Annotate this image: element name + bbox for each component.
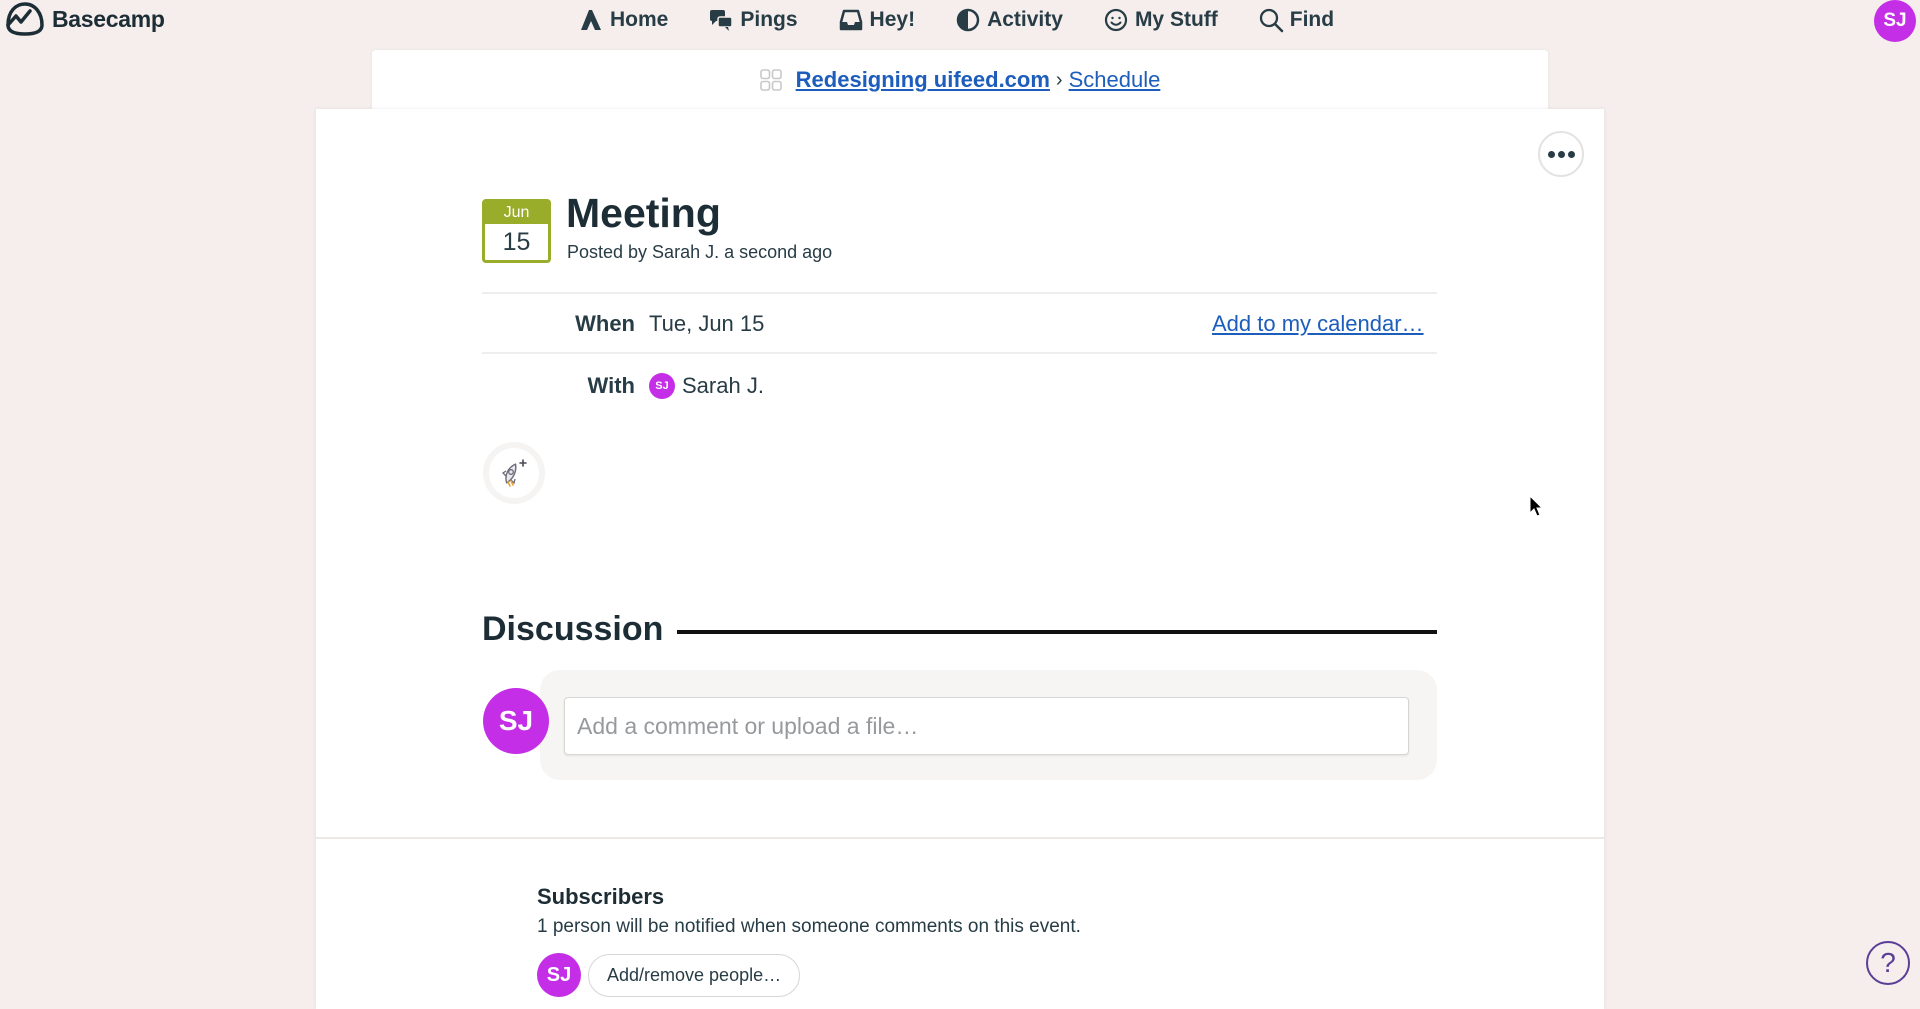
my-stuff-icon bbox=[1104, 8, 1128, 32]
search-icon bbox=[1259, 8, 1284, 33]
breadcrumb-schedule-link[interactable]: Schedule bbox=[1069, 67, 1161, 93]
nav-hey[interactable]: Hey! bbox=[838, 7, 916, 33]
nav-home[interactable]: Home bbox=[578, 7, 668, 33]
participant-avatar: SJ bbox=[649, 373, 675, 399]
calendar-date-badge: Jun 15 bbox=[482, 199, 551, 263]
mouse-cursor-icon bbox=[1529, 495, 1544, 517]
nav-find[interactable]: Find bbox=[1258, 7, 1334, 33]
with-label: With bbox=[587, 373, 635, 398]
subscriber-avatar: SJ bbox=[537, 953, 581, 997]
add-remove-people-button[interactable]: Add/remove people… bbox=[588, 954, 801, 997]
event-title: Meeting bbox=[566, 190, 721, 236]
divider bbox=[482, 292, 1437, 294]
nav-pings[interactable]: Pings bbox=[708, 7, 798, 33]
app-name: Basecamp bbox=[52, 5, 165, 32]
rocket-boost-icon bbox=[501, 459, 527, 487]
discussion-divider bbox=[677, 630, 1437, 634]
activity-icon bbox=[956, 8, 980, 32]
participant-name: Sarah J. bbox=[682, 373, 764, 398]
discussion-heading: Discussion bbox=[482, 610, 664, 648]
calendar-month: Jun bbox=[485, 202, 548, 224]
basecamp-logo-icon bbox=[6, 2, 44, 36]
top-navigation-bar: Basecamp Home Pings Hey! Activity My Stu… bbox=[0, 0, 1920, 42]
nav-pings-label: Pings bbox=[740, 8, 798, 31]
project-grid-icon bbox=[759, 69, 782, 91]
breadcrumb: Redesigning uifeed.com › Schedule bbox=[372, 50, 1548, 110]
add-to-calendar-link[interactable]: Add to my calendar… bbox=[1212, 311, 1424, 337]
user-avatar[interactable]: SJ bbox=[1874, 0, 1916, 42]
nav-hey-label: Hey! bbox=[869, 8, 916, 31]
more-options-button[interactable] bbox=[1538, 131, 1584, 177]
when-label: When bbox=[575, 311, 635, 336]
divider bbox=[482, 352, 1437, 354]
help-button[interactable]: ? bbox=[1866, 941, 1910, 985]
pings-icon bbox=[710, 10, 734, 31]
main-nav: Home Pings Hey! Activity My Stuff Find bbox=[578, 0, 1334, 40]
nav-find-label: Find bbox=[1289, 8, 1335, 31]
breadcrumb-project-link[interactable]: Redesigning uifeed.com bbox=[796, 67, 1050, 93]
divider bbox=[316, 837, 1604, 839]
home-icon bbox=[581, 10, 601, 30]
when-value: Tue, Jun 15 bbox=[649, 311, 765, 336]
breadcrumb-separator: › bbox=[1055, 68, 1063, 91]
more-dot-icon bbox=[1547, 150, 1555, 158]
nav-my-stuff[interactable]: My Stuff bbox=[1103, 7, 1218, 33]
comment-input[interactable] bbox=[564, 697, 1409, 755]
help-question-icon: ? bbox=[1880, 947, 1896, 978]
calendar-day: 15 bbox=[502, 228, 531, 256]
boost-button[interactable] bbox=[483, 442, 545, 504]
more-dot-icon bbox=[1557, 150, 1565, 158]
event-posted-meta: Posted by Sarah J. a second ago bbox=[567, 242, 833, 262]
nav-home-label: Home bbox=[610, 8, 669, 31]
nav-activity[interactable]: Activity bbox=[955, 7, 1063, 33]
subscribers-heading: Subscribers bbox=[537, 884, 665, 909]
nav-my-stuff-label: My Stuff bbox=[1134, 8, 1218, 31]
nav-activity-label: Activity bbox=[987, 8, 1063, 31]
basecamp-logo-link[interactable]: Basecamp bbox=[4, 1, 165, 37]
commenter-avatar: SJ bbox=[483, 688, 549, 754]
subscribers-description: 1 person will be notified when someone c… bbox=[537, 916, 1081, 937]
hey-inbox-icon bbox=[839, 9, 862, 31]
more-dot-icon bbox=[1567, 150, 1575, 158]
